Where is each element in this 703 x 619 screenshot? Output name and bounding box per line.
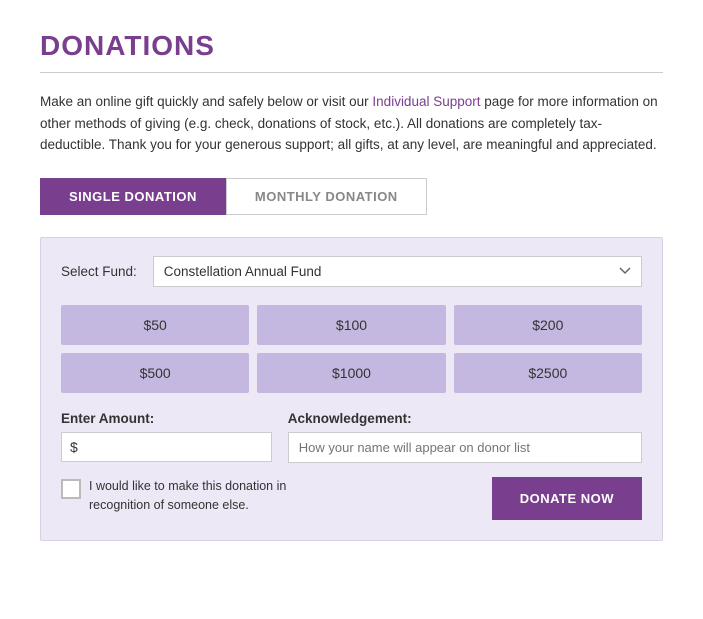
amount-input[interactable] <box>82 439 263 455</box>
amount-2500[interactable]: $2500 <box>454 353 642 393</box>
tab-single-donation[interactable]: SINGLE DONATION <box>40 178 226 215</box>
tabs-container: SINGLE DONATION MONTHLY DONATION <box>40 178 663 215</box>
tab-monthly-donation[interactable]: MONTHLY DONATION <box>226 178 427 215</box>
amount-50[interactable]: $50 <box>61 305 249 345</box>
intro-text: Make an online gift quickly and safely b… <box>40 91 663 156</box>
donation-form: Select Fund: Constellation Annual Fund G… <box>40 237 663 541</box>
amount-1000[interactable]: $1000 <box>257 353 445 393</box>
recognition-text: I would like to make this donation in re… <box>89 477 309 515</box>
acknowledgement-input[interactable] <box>288 432 642 463</box>
fund-label: Select Fund: <box>61 264 137 279</box>
dollar-sign: $ <box>70 439 78 455</box>
enter-amount-label: Enter Amount: <box>61 411 272 426</box>
acknowledgement-label: Acknowledgement: <box>288 411 642 426</box>
bottom-row: Enter Amount: $ Acknowledgement: <box>61 411 642 463</box>
amount-grid: $50 $100 $200 $500 $1000 $2500 <box>61 305 642 393</box>
recognition-checkbox[interactable] <box>61 479 81 499</box>
amount-500[interactable]: $500 <box>61 353 249 393</box>
recognition-left: I would like to make this donation in re… <box>61 477 309 515</box>
fund-select[interactable]: Constellation Annual Fund General Fund E… <box>153 256 642 287</box>
intro-text-part1: Make an online gift quickly and safely b… <box>40 94 372 109</box>
acknowledgement-col: Acknowledgement: <box>288 411 642 463</box>
amount-200[interactable]: $200 <box>454 305 642 345</box>
recognition-row: I would like to make this donation in re… <box>61 477 642 520</box>
enter-amount-col: Enter Amount: $ <box>61 411 272 463</box>
fund-row: Select Fund: Constellation Annual Fund G… <box>61 256 642 287</box>
page-title: DONATIONS <box>40 30 663 62</box>
donate-now-button[interactable]: DONATE NOW <box>492 477 642 520</box>
individual-support-link[interactable]: Individual Support <box>372 94 480 109</box>
amount-100[interactable]: $100 <box>257 305 445 345</box>
divider <box>40 72 663 73</box>
page-container: DONATIONS Make an online gift quickly an… <box>0 0 703 571</box>
amount-input-wrapper: $ <box>61 432 272 462</box>
